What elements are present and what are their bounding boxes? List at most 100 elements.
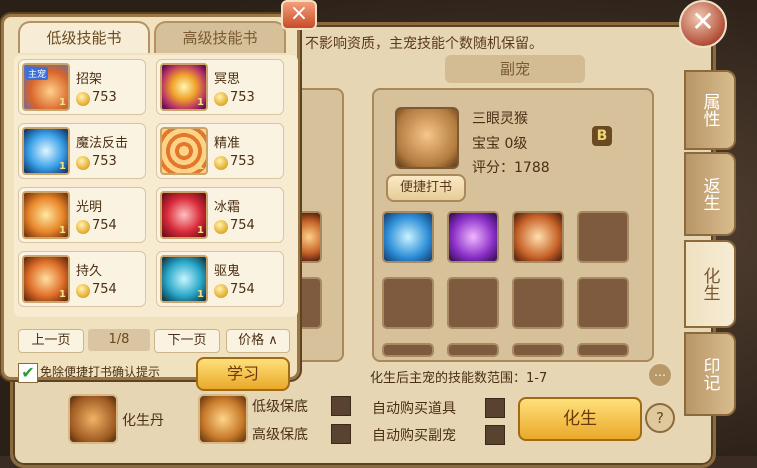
endurance-icon: 1 bbox=[22, 255, 70, 303]
pet-avatar[interactable] bbox=[395, 107, 459, 169]
coin-icon bbox=[214, 220, 228, 234]
tab-high-skill-books[interactable]: 高级技能书 bbox=[154, 21, 286, 53]
coin-icon bbox=[214, 284, 228, 298]
light-icon: 1 bbox=[22, 191, 70, 239]
skill-level: 1 bbox=[59, 161, 66, 172]
coin-icon bbox=[76, 92, 90, 106]
sub-skill-slot-8[interactable] bbox=[577, 277, 629, 329]
close-popup-button[interactable]: × bbox=[281, 0, 317, 30]
help-button[interactable]: ? bbox=[645, 403, 675, 433]
skill-name: 驱鬼 bbox=[214, 264, 241, 279]
skill-level: 1 bbox=[197, 289, 204, 300]
parry-icon: 主宠 1 bbox=[22, 63, 70, 111]
close-window-button[interactable]: ✕ bbox=[679, 0, 727, 48]
coin-icon bbox=[76, 284, 90, 298]
high-guard-label: 高级保底 bbox=[252, 427, 308, 443]
prev-page-button[interactable]: 上一页 bbox=[18, 329, 84, 353]
sub-skill-slot-11[interactable] bbox=[512, 343, 564, 357]
sub-skill-slot-6[interactable] bbox=[447, 277, 499, 329]
sub-pet-title: 副宠 bbox=[445, 55, 585, 83]
skill-card[interactable]: 1 冥思 753 bbox=[156, 59, 284, 115]
next-page-button[interactable]: 下一页 bbox=[154, 329, 220, 353]
sub-skill-slot-10[interactable] bbox=[447, 343, 499, 357]
confirm-checkbox-label: 免除便捷打书确认提示 bbox=[40, 365, 161, 379]
skill-price: 754 bbox=[92, 282, 117, 297]
sub-skill-slot-7[interactable] bbox=[512, 277, 564, 329]
tab-low-skill-books[interactable]: 低级技能书 bbox=[18, 21, 150, 53]
skill-name: 光明 bbox=[76, 200, 103, 215]
skill-price: 753 bbox=[230, 154, 255, 169]
rebirth-pill-label: 化生丹 bbox=[122, 413, 164, 429]
coin-icon bbox=[76, 156, 90, 170]
skill-card[interactable]: 1 冰霜 754 bbox=[156, 187, 284, 243]
rebirth-pill-icon[interactable] bbox=[68, 394, 118, 444]
page-indicator: 1/8 bbox=[88, 329, 150, 351]
sub-skill-slot-1[interactable] bbox=[382, 211, 434, 263]
skill-card[interactable]: 1 驱鬼 754 bbox=[156, 251, 284, 307]
skill-name: 冰霜 bbox=[214, 200, 241, 215]
skill-level: 1 bbox=[197, 97, 204, 108]
skill-book-popup: 低级技能书 高级技能书 主宠 1 招架 753 1 冥思 753 1 魔法反击 bbox=[1, 14, 300, 391]
sub-skill-slot-5[interactable] bbox=[382, 277, 434, 329]
sub-skill-slot-3[interactable] bbox=[512, 211, 564, 263]
skill-price: 753 bbox=[230, 90, 255, 105]
precision-target-icon: 1 bbox=[160, 127, 208, 175]
skill-level: 1 bbox=[197, 161, 204, 172]
sub-skill-slot-12[interactable] bbox=[577, 343, 629, 357]
high-guard-checkbox[interactable] bbox=[331, 424, 351, 444]
skill-name: 魔法反击 bbox=[76, 136, 129, 151]
pet-score: 评分：1788 bbox=[472, 160, 550, 176]
auto-buy-pet-checkbox[interactable] bbox=[485, 425, 505, 445]
sort-price-button[interactable]: 价格 ∧ bbox=[226, 329, 290, 353]
learn-button[interactable]: 学习 bbox=[196, 357, 290, 391]
tab-attributes[interactable]: 属性 bbox=[684, 70, 736, 150]
coin-icon bbox=[214, 156, 228, 170]
skill-level: 1 bbox=[59, 289, 66, 300]
sub-skill-slot-4[interactable] bbox=[577, 211, 629, 263]
frost-crystal-icon: 1 bbox=[160, 191, 208, 239]
confirm-checkbox[interactable]: ✔ bbox=[18, 363, 38, 383]
rebirth-button[interactable]: 化生 bbox=[518, 397, 642, 441]
skill-price: 754 bbox=[230, 218, 255, 233]
meditation-icon: 1 bbox=[160, 63, 208, 111]
notice-text: 不影响资质，主宠技能个数随机保留。 bbox=[305, 36, 543, 52]
coin-icon bbox=[214, 92, 228, 106]
skill-range-text: 化生后主宠的技能数范围：1-7 bbox=[370, 371, 548, 386]
exorcise-icon: 1 bbox=[160, 255, 208, 303]
tab-return[interactable]: 返生 bbox=[684, 152, 736, 236]
tab-mark[interactable]: 印记 bbox=[684, 332, 736, 416]
skill-name: 冥思 bbox=[214, 72, 241, 87]
auto-buy-pet-label: 自动购买副宠 bbox=[372, 428, 456, 444]
skill-card[interactable]: 1 精准 753 bbox=[156, 123, 284, 179]
coin-icon bbox=[76, 220, 90, 234]
sub-skill-slot-9[interactable] bbox=[382, 343, 434, 357]
skill-level: 1 bbox=[59, 97, 66, 108]
skill-name: 持久 bbox=[76, 264, 103, 279]
quick-book-button[interactable]: 便捷打书 bbox=[386, 174, 466, 202]
guard-item-icon[interactable] bbox=[198, 394, 248, 444]
skill-price: 753 bbox=[92, 154, 117, 169]
low-guard-checkbox[interactable] bbox=[331, 396, 351, 416]
auto-buy-item-label: 自动购买道具 bbox=[372, 401, 456, 417]
skill-card[interactable]: 1 魔法反击 753 bbox=[18, 123, 146, 179]
pet-level: 宝宝 0级 bbox=[472, 136, 528, 152]
skill-price: 753 bbox=[92, 90, 117, 105]
skill-card[interactable]: 主宠 1 招架 753 bbox=[18, 59, 146, 115]
skill-card[interactable]: 1 持久 754 bbox=[18, 251, 146, 307]
skill-price: 754 bbox=[230, 282, 255, 297]
auto-buy-item-checkbox[interactable] bbox=[485, 398, 505, 418]
skill-book-grid: 主宠 1 招架 753 1 冥思 753 1 魔法反击 753 1 精准 753… bbox=[14, 55, 298, 317]
skill-name: 招架 bbox=[76, 72, 103, 87]
sub-skill-slot-2[interactable] bbox=[447, 211, 499, 263]
low-guard-label: 低级保底 bbox=[252, 399, 308, 415]
skill-level: 1 bbox=[197, 225, 204, 236]
grade-badge: B bbox=[592, 126, 612, 146]
magic-counter-icon: 1 bbox=[22, 127, 70, 175]
skill-level: 1 bbox=[59, 225, 66, 236]
main-pet-tag: 主宠 bbox=[26, 67, 49, 80]
scroll-down-button[interactable]: ⋯ bbox=[647, 362, 673, 388]
skill-card[interactable]: 1 光明 754 bbox=[18, 187, 146, 243]
tab-rebirth[interactable]: 化生 bbox=[684, 240, 736, 328]
skill-price: 754 bbox=[92, 218, 117, 233]
pet-name: 三眼灵猴 bbox=[472, 111, 528, 127]
